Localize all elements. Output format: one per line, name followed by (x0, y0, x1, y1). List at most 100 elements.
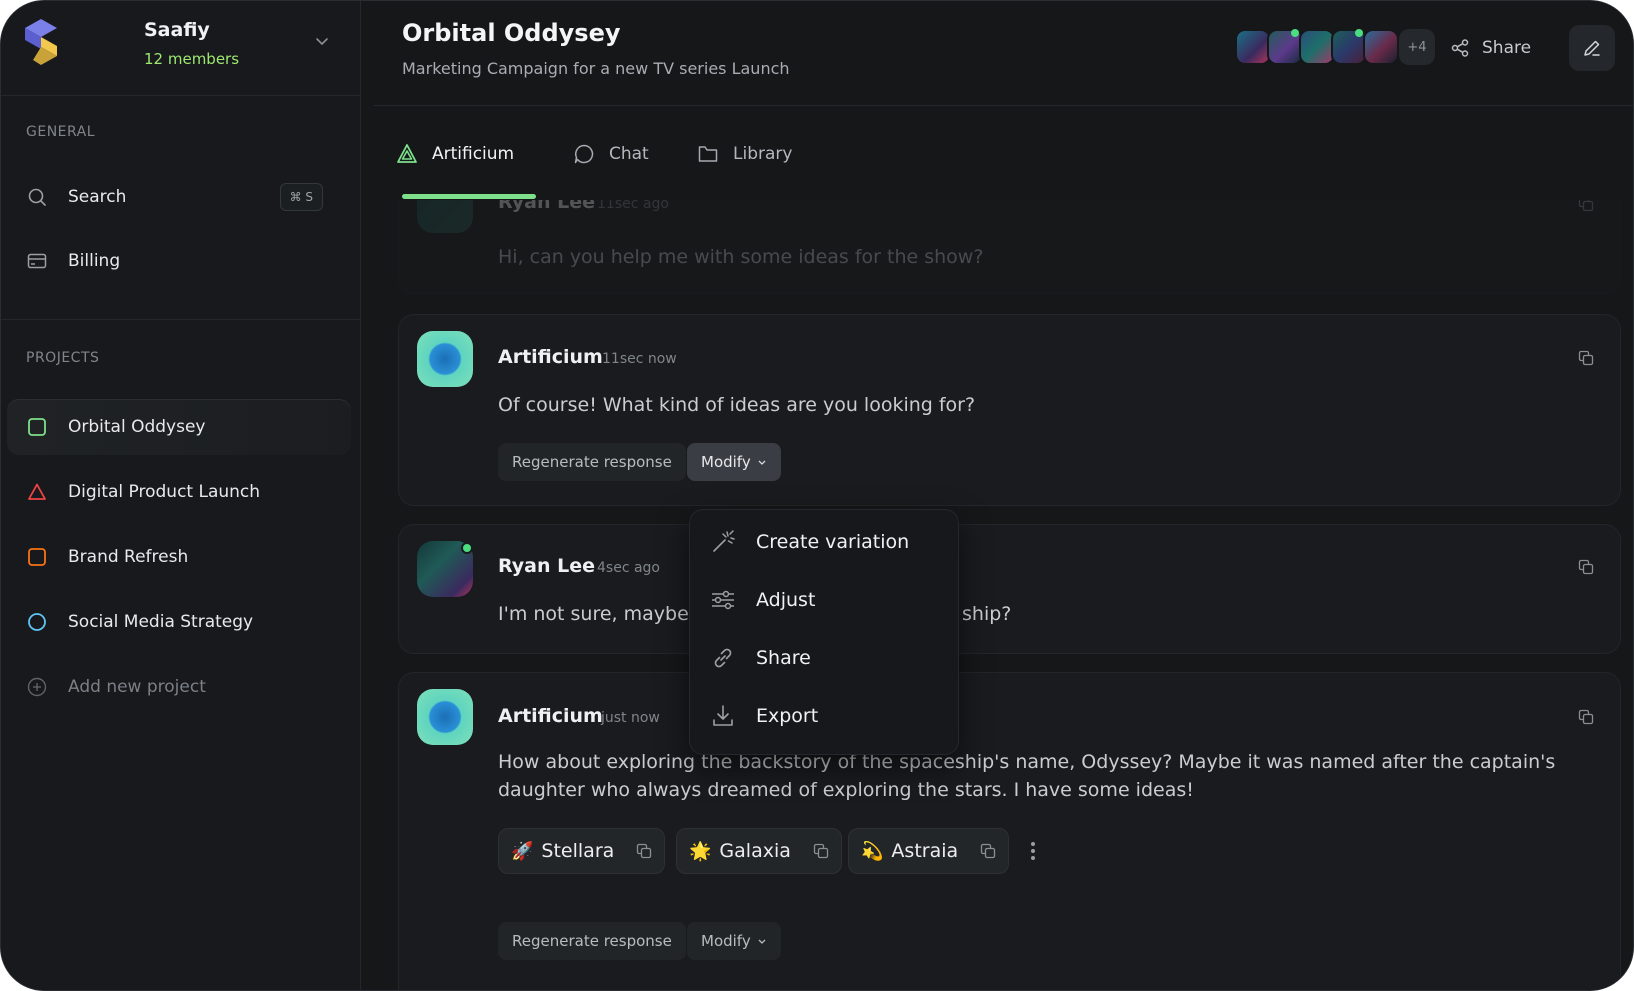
modify-label: Modify (701, 932, 751, 950)
message-text: How about exploring the backstory of the… (498, 751, 1556, 801)
sidebar-item-label: Add new project (68, 677, 206, 697)
message-author: Ryan Lee (498, 200, 596, 213)
suggestion-chip-galaxia[interactable]: 🌟 Galaxia (676, 828, 842, 874)
rocket-icon: 🚀 (511, 840, 534, 862)
sidebar-item-label: Digital Product Launch (68, 482, 261, 502)
chat-bubble-icon (574, 144, 594, 164)
modify-dropdown-button[interactable]: Modify (687, 922, 781, 960)
tab-chat[interactable]: Chat (573, 138, 649, 170)
menu-item-create-variation[interactable]: Create variation (710, 525, 909, 559)
message-text-tail: ship? (962, 603, 1012, 625)
share-button[interactable]: Share (1450, 31, 1531, 65)
workspace-switcher[interactable]: Saafiy 12 members (1, 1, 361, 96)
regenerate-response-button[interactable]: Regenerate response (498, 922, 686, 960)
online-indicator (461, 542, 473, 554)
project-square-icon (28, 548, 46, 566)
artificium-logo-icon (397, 144, 417, 163)
message-text: Hi, can you help me with some ideas for … (498, 246, 984, 268)
message-author: Ryan Lee (498, 555, 596, 577)
menu-item-label: Export (756, 705, 819, 727)
member-avatars[interactable]: +4 (1235, 29, 1435, 65)
message-text: I'm not sure, maybe s (498, 603, 705, 625)
section-label-general: GENERAL (26, 124, 96, 140)
modify-dropdown-button[interactable]: Modify (687, 443, 781, 481)
add-new-project-button[interactable]: Add new project (7, 659, 351, 715)
sidebar-project-orbital-oddysey[interactable]: Orbital Oddysey (7, 399, 351, 455)
message-time: 4sec ago (597, 560, 660, 576)
tab-artificium[interactable]: Artificium (396, 138, 514, 170)
sliders-icon (712, 590, 734, 610)
copy-icon[interactable] (1578, 709, 1594, 725)
tab-label: Chat (609, 144, 649, 164)
sidebar-item-label: Billing (68, 251, 121, 271)
sidebar-item-billing[interactable]: Billing (7, 233, 351, 289)
suggestion-chip-stellara[interactable]: 🚀 Stellara (498, 828, 666, 874)
workspace-name: Saafiy (144, 19, 210, 41)
artificium-avatar (417, 689, 473, 745)
suggestion-chip-astraia[interactable]: 💫 Astraia (848, 828, 1010, 874)
menu-item-label: Create variation (756, 531, 910, 553)
sidebar: Saafiy 12 members GENERAL Search ⌘ S Bil… (1, 1, 361, 990)
regenerate-response-button[interactable]: Regenerate response (498, 443, 686, 481)
plus-circle-icon (27, 677, 47, 697)
main-panel: Orbital Oddysey Marketing Campaign for a… (374, 1, 1633, 990)
copy-icon[interactable] (813, 843, 829, 859)
project-header: Orbital Oddysey Marketing Campaign for a… (374, 1, 1633, 106)
message-time: 11sec now (602, 351, 677, 367)
copy-icon[interactable] (1578, 200, 1594, 212)
suggestion-label: Stellara (541, 840, 615, 862)
chevron-down-icon[interactable] (314, 33, 330, 49)
search-icon (28, 188, 46, 206)
share-label: Share (1482, 38, 1532, 58)
section-label-projects: PROJECTS (26, 350, 100, 366)
menu-item-adjust[interactable]: Adjust (710, 583, 815, 617)
link-icon (714, 648, 732, 668)
project-triangle-icon (28, 483, 46, 500)
tab-label: Artificium (432, 144, 515, 164)
chevron-down-icon (758, 939, 766, 944)
sidebar-project-brand-refresh[interactable]: Brand Refresh (7, 529, 351, 585)
edit-button[interactable] (1569, 25, 1615, 71)
workspace-members: 12 members (144, 50, 240, 68)
page-title: Orbital Oddysey (402, 19, 621, 47)
modify-label: Modify (701, 453, 751, 471)
copy-icon[interactable] (1578, 350, 1594, 366)
pencil-icon (1584, 40, 1600, 56)
sidebar-item-label: Brand Refresh (68, 547, 189, 567)
copy-icon[interactable] (980, 843, 996, 859)
sidebar-item-search[interactable]: Search ⌘ S (7, 169, 351, 225)
message-author: Artificium (498, 346, 603, 368)
message-time: 11sec ago (597, 200, 669, 212)
avatar (417, 200, 473, 233)
message-card: Ryan Lee 11sec ago Hi, can you help me w… (398, 200, 1621, 294)
message-time: just now (601, 710, 660, 726)
tabs-bar: Artificium Chat Library (374, 106, 1633, 200)
menu-item-share[interactable]: Share (710, 641, 811, 675)
sidebar-item-label: Social Media Strategy (68, 612, 254, 632)
folder-icon (698, 146, 718, 162)
suggestion-label: Astraia (891, 840, 959, 862)
more-options-icon[interactable] (1030, 841, 1036, 861)
share-icon (1451, 39, 1469, 57)
message-feed[interactable]: Ryan Lee 11sec ago Hi, can you help me w… (398, 200, 1621, 990)
tab-label: Library (733, 144, 793, 164)
suggestion-label: Galaxia (719, 840, 791, 862)
menu-item-label: Adjust (756, 589, 816, 611)
menu-item-label: Share (756, 647, 811, 669)
message-text: Of course! What kind of ideas are you lo… (498, 394, 976, 416)
more-members-badge[interactable]: +4 (1399, 29, 1435, 65)
avatar (1363, 29, 1399, 65)
message-card: Artificium 11sec now Of course! What kin… (398, 314, 1621, 506)
search-shortcut-badge: ⌘ S (279, 183, 323, 211)
avatar (1331, 29, 1367, 65)
active-tab-indicator (402, 194, 536, 199)
copy-icon[interactable] (636, 843, 652, 859)
tab-library[interactable]: Library (697, 138, 792, 170)
message-card: Ryan Lee 4sec ago I'm not sure, maybe s … (398, 524, 1621, 654)
sidebar-project-digital-product-launch[interactable]: Digital Product Launch (7, 464, 351, 520)
sidebar-project-social-media-strategy[interactable]: Social Media Strategy (7, 594, 351, 650)
dizzy-star-icon: 💫 (861, 840, 884, 862)
menu-item-export[interactable]: Export (710, 699, 818, 733)
chevron-down-icon (758, 460, 766, 465)
copy-icon[interactable] (1578, 559, 1594, 575)
